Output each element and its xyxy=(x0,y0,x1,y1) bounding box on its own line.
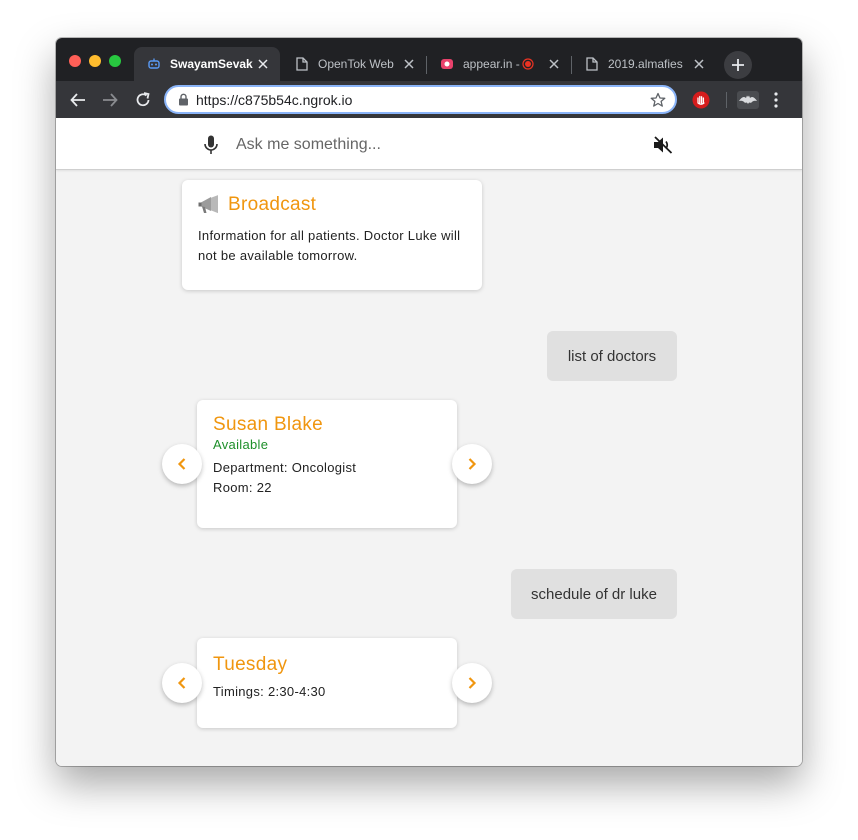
doctor-room: Room: 22 xyxy=(213,480,272,495)
browser-toolbar: https://c875b54c.ngrok.io xyxy=(56,81,802,118)
close-icon[interactable] xyxy=(546,56,562,72)
chevron-right-icon xyxy=(468,458,477,470)
schedule-timings: Timings: 2:30-4:30 xyxy=(213,684,326,699)
new-tab-button[interactable] xyxy=(724,51,752,79)
chevron-left-icon xyxy=(177,458,186,470)
doctor-department: Department: Oncologist xyxy=(213,460,357,475)
forward-button[interactable] xyxy=(99,89,121,111)
tab-opentok[interactable]: OpenTok Web xyxy=(282,47,426,81)
batman-extension-icon[interactable] xyxy=(737,91,759,109)
megaphone-icon xyxy=(198,195,220,215)
broadcast-title: Broadcast xyxy=(228,194,317,215)
carousel-next-button[interactable] xyxy=(452,663,492,703)
ask-input[interactable] xyxy=(236,132,616,158)
tab-title: appear.in - xyxy=(463,57,520,71)
close-icon[interactable] xyxy=(401,56,417,72)
query-bar xyxy=(56,118,802,170)
tab-almafiesta[interactable]: 2019.almafies xyxy=(572,47,716,81)
doctor-availability: Available xyxy=(213,437,269,452)
appear-in-icon xyxy=(439,56,455,72)
chevron-left-icon xyxy=(177,677,186,689)
carousel-prev-button[interactable] xyxy=(162,444,202,484)
reload-button[interactable] xyxy=(132,89,154,111)
url-text: https://c875b54c.ngrok.io xyxy=(196,91,353,108)
toolbar-divider xyxy=(726,92,727,108)
chatbot-page: Broadcast Information for all patients. … xyxy=(56,118,802,766)
doctor-card: Susan Blake Available Department: Oncolo… xyxy=(197,400,457,528)
arrow-right-icon xyxy=(103,93,118,107)
stop-hand-extension-icon[interactable] xyxy=(692,91,710,109)
reload-icon xyxy=(136,92,150,107)
arrow-left-icon xyxy=(70,93,85,107)
schedule-day: Tuesday xyxy=(213,654,288,675)
volume-off-icon[interactable] xyxy=(652,135,674,155)
window-close-button[interactable] xyxy=(69,55,81,67)
back-button[interactable] xyxy=(67,89,89,111)
schedule-card: Tuesday Timings: 2:30-4:30 xyxy=(197,638,457,728)
address-bar[interactable]: https://c875b54c.ngrok.io xyxy=(164,85,677,114)
robot-icon xyxy=(146,56,162,72)
broadcast-text: Information for all patients. Doctor Luk… xyxy=(198,228,461,263)
page-icon xyxy=(294,56,310,72)
more-menu-icon[interactable] xyxy=(771,91,781,109)
doctor-name: Susan Blake xyxy=(213,414,323,435)
microphone-icon[interactable] xyxy=(201,134,221,156)
tab-title: SwayamSevak xyxy=(170,57,253,71)
tab-title: OpenTok Web xyxy=(318,57,394,71)
tab-title: 2019.almafies xyxy=(608,57,683,71)
bookmark-star-icon[interactable] xyxy=(649,91,667,109)
chevron-right-icon xyxy=(468,677,477,689)
user-message-bubble: list of doctors xyxy=(547,331,677,381)
tab-strip: SwayamSevak OpenTok Web appear.in - 2019… xyxy=(56,38,802,81)
user-message-bubble: schedule of dr luke xyxy=(511,569,677,619)
close-icon[interactable] xyxy=(255,56,271,72)
broadcast-card: Broadcast Information for all patients. … xyxy=(182,180,482,290)
lock-icon xyxy=(176,93,190,107)
window-maximize-button[interactable] xyxy=(109,55,121,67)
browser-window: SwayamSevak OpenTok Web appear.in - 2019… xyxy=(56,38,802,766)
tab-swayamsevak[interactable]: SwayamSevak xyxy=(134,47,280,81)
carousel-next-button[interactable] xyxy=(452,444,492,484)
carousel-prev-button[interactable] xyxy=(162,663,202,703)
plus-icon xyxy=(732,59,744,71)
recording-icon xyxy=(520,56,536,72)
window-minimize-button[interactable] xyxy=(89,55,101,67)
page-icon xyxy=(584,56,600,72)
close-icon[interactable] xyxy=(691,56,707,72)
tab-appear-in[interactable]: appear.in - xyxy=(427,47,571,81)
